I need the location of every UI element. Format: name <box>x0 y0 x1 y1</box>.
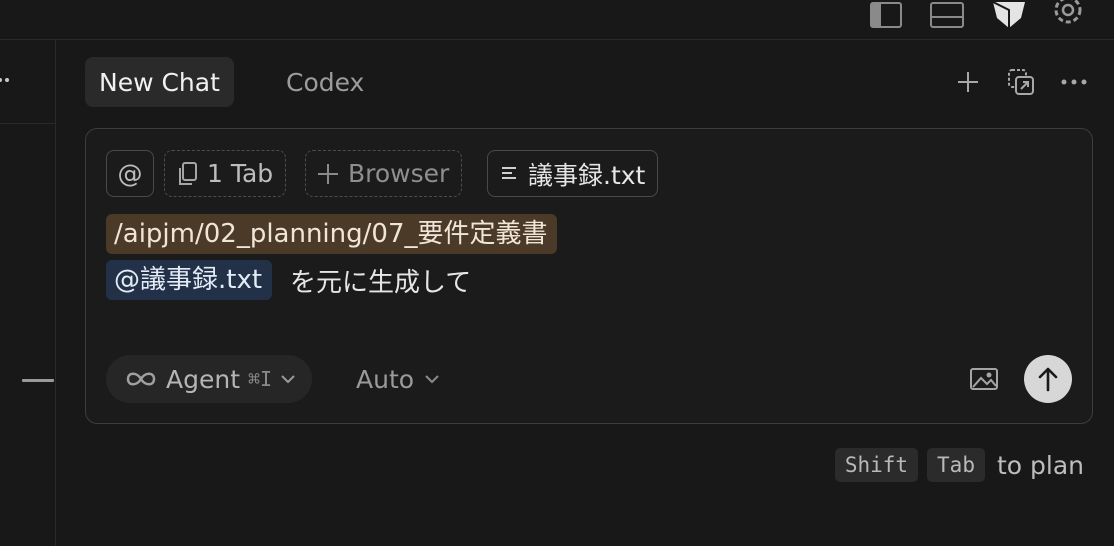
attach-image-button[interactable] <box>964 361 1004 397</box>
hint-text: to plan <box>996 450 1084 480</box>
left-panel <box>0 40 56 546</box>
left-divider <box>0 123 55 124</box>
shift-key: Shift <box>834 448 919 482</box>
text-file-icon <box>502 166 516 179</box>
message-text: を元に生成して <box>290 267 472 298</box>
add-context-button[interactable]: @ <box>106 150 154 197</box>
file-chip-label: 議事録.txt <box>528 160 646 190</box>
add-browser-chip[interactable]: Browser <box>305 150 463 197</box>
more-icon[interactable] <box>1056 64 1092 100</box>
chevron-down-icon <box>281 375 295 384</box>
mention-token[interactable]: @議事録.txt <box>106 260 273 300</box>
tab-codex[interactable]: Codex <box>272 57 378 107</box>
mode-label: Agent <box>166 364 240 394</box>
copy-icon <box>179 161 197 185</box>
image-icon <box>970 368 998 390</box>
tabs-chip-label: 1 Tab <box>207 159 274 188</box>
message-line-2: @議事録.txt を元に生成して <box>106 259 471 301</box>
plus-icon <box>318 163 338 184</box>
arrow-up-icon <box>1038 367 1058 392</box>
model-selector[interactable]: Auto <box>356 355 440 403</box>
mode-shortcut: ⌘I <box>248 367 273 391</box>
tab-key: Tab <box>927 448 985 482</box>
path-token[interactable]: /aipjm/02_planning/07_要件定義書 <box>106 214 558 254</box>
cursor-logo-icon[interactable] <box>991 0 1027 30</box>
model-label: Auto <box>356 364 415 394</box>
more-options-icon[interactable] <box>0 70 14 90</box>
infinity-icon <box>126 372 156 386</box>
gear-icon[interactable] <box>1050 0 1086 30</box>
resize-handle[interactable] <box>22 379 54 382</box>
plan-mode-hint: Shift Tab to plan <box>834 448 1084 482</box>
plus-icon[interactable] <box>950 64 986 100</box>
send-button[interactable] <box>1024 355 1072 403</box>
file-context-chip[interactable]: 議事録.txt <box>487 150 659 197</box>
chat-composer[interactable]: @ 1 Tab Browser 議事録.txt /aipjm/02_planni… <box>85 128 1093 424</box>
sidebar-left-icon[interactable] <box>868 0 904 30</box>
chevron-down-icon <box>425 375 439 384</box>
top-toolbar <box>0 0 1114 40</box>
tab-new-chat[interactable]: New Chat <box>85 57 234 107</box>
browser-chip-label: Browser <box>348 159 450 188</box>
at-symbol: @ <box>117 159 143 188</box>
message-line-1: /aipjm/02_planning/07_要件定義書 <box>106 213 558 255</box>
tabs-context-chip[interactable]: 1 Tab <box>164 150 287 197</box>
history-icon[interactable] <box>1003 64 1039 100</box>
mode-selector[interactable]: Agent ⌘I <box>106 355 313 403</box>
panel-bottom-icon[interactable] <box>929 0 965 30</box>
